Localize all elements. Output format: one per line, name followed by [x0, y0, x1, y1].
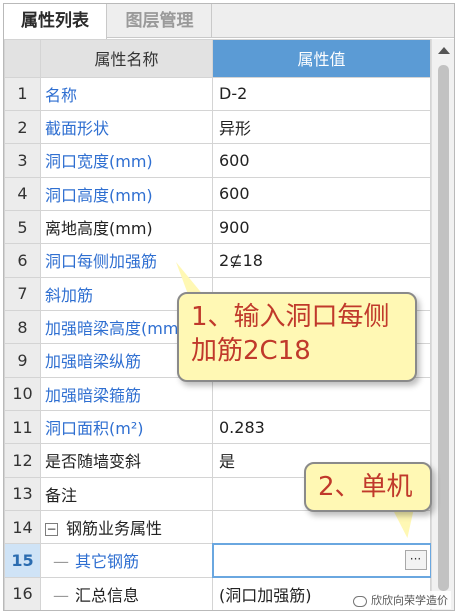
property-name: 名称: [40, 76, 213, 111]
row-number: 8: [4, 309, 41, 345]
tab-property-list[interactable]: 属性列表: [4, 4, 107, 39]
row-number: 4: [4, 176, 41, 211]
property-name: 其它钢筋: [75, 552, 140, 572]
row-number: 11: [4, 409, 41, 445]
property-value[interactable]: 900: [212, 209, 431, 245]
table-row[interactable]: 6 洞口每侧加强筋 2⊈18: [4, 243, 431, 278]
scrollbar-thumb[interactable]: [438, 65, 449, 591]
property-value[interactable]: 异形: [212, 109, 431, 145]
watermark-text: 欣欣向荣学造价: [371, 594, 448, 607]
child-property-name: — 其它钢筋: [40, 543, 213, 578]
table-row[interactable]: 2 截面形状 异形: [4, 109, 431, 145]
vertical-scrollbar[interactable]: [431, 39, 454, 610]
property-name: 洞口宽度(mm): [40, 143, 213, 178]
property-value[interactable]: D-2: [212, 76, 431, 111]
property-value[interactable]: 2⊈18: [212, 243, 431, 278]
property-name: 截面形状: [40, 109, 213, 145]
callout-enter-rebar: 1、输入洞口每侧加筋2C18: [177, 292, 417, 382]
property-name: 洞口每侧加强筋: [40, 243, 213, 278]
property-name-header: 属性名称: [40, 39, 213, 78]
table-row[interactable]: 1 名称 D-2: [4, 76, 431, 111]
property-name: 离地高度(mm): [40, 209, 213, 245]
row-number: 14: [4, 509, 41, 545]
panel-tabs: 属性列表 图层管理: [4, 4, 454, 39]
child-property-name: — 汇总信息: [40, 576, 213, 610]
header-row: 属性名称 属性值: [4, 39, 431, 78]
row-number: 13: [4, 476, 41, 511]
property-name: 汇总信息: [75, 585, 140, 605]
row-number: 3: [4, 143, 41, 178]
table-row[interactable]: 3 洞口宽度(mm) 600: [4, 143, 431, 178]
property-name: 备注: [40, 476, 213, 511]
row-number: 12: [4, 443, 41, 478]
wechat-icon: [353, 595, 367, 607]
table-row[interactable]: 4 洞口高度(mm) 600: [4, 176, 431, 211]
property-name: 洞口面积(m²): [40, 409, 213, 445]
property-name: 加强暗梁箍筋: [40, 376, 213, 411]
row-number: 15: [4, 543, 41, 578]
row-number: 2: [4, 109, 41, 145]
row-number: 9: [4, 343, 41, 378]
scroll-up-arrow-icon[interactable]: [438, 47, 450, 54]
row-number: 5: [4, 209, 41, 245]
table-row[interactable]: 11 洞口面积(m²) 0.283: [4, 409, 431, 445]
ellipsis-button[interactable]: ···: [404, 549, 427, 570]
row-number: 16: [4, 576, 41, 610]
property-name: 钢筋业务属性: [66, 519, 163, 539]
group-rebar-business-properties: − 钢筋业务属性: [40, 509, 213, 545]
property-value-header: 属性值: [212, 39, 431, 78]
table-row[interactable]: 5 离地高度(mm) 900: [4, 209, 431, 245]
property-value[interactable]: 600: [212, 143, 431, 178]
row-number: 6: [4, 243, 41, 278]
property-value[interactable]: 600: [212, 176, 431, 211]
table-row[interactable]: 14− 钢筋业务属性: [4, 509, 431, 545]
watermark: 欣欣向荣学造价: [350, 591, 451, 609]
tab-layer-management[interactable]: 图层管理: [108, 4, 212, 38]
table-row[interactable]: 10 加强暗梁箍筋: [4, 376, 431, 411]
row-number: 1: [4, 76, 41, 111]
tree-connector: —: [53, 585, 69, 605]
collapse-minus-icon[interactable]: −: [45, 523, 58, 537]
other-rebar-value-editor[interactable]: ···: [211, 542, 432, 579]
property-name: 是否随墙变斜: [40, 443, 213, 478]
property-value[interactable]: 0.283: [212, 409, 431, 445]
tree-connector: —: [53, 552, 69, 572]
callout-click: 2、单机: [304, 462, 432, 512]
row-number-header: [4, 39, 41, 78]
property-name: 洞口高度(mm): [40, 176, 213, 211]
row-number: 10: [4, 376, 41, 411]
property-value[interactable]: [212, 376, 431, 411]
table-row[interactable]: 15 — 其它钢筋 ···: [4, 542, 432, 579]
row-number: 7: [4, 276, 41, 311]
